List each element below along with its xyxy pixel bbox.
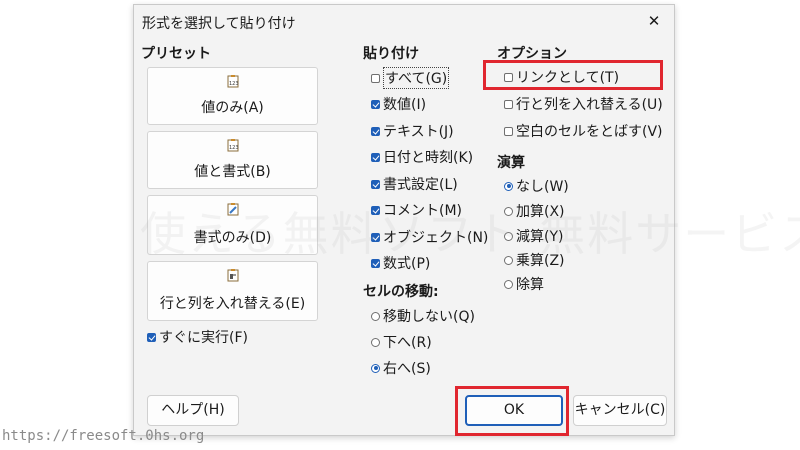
link-option-highlight — [483, 60, 663, 90]
preset-values-only-label: 値のみ(A) — [201, 100, 264, 116]
operation-none-radio[interactable]: なし(W) — [504, 176, 569, 196]
preset-format-only-button[interactable]: 書式のみ(D) — [147, 195, 318, 255]
paste-numbers-label: 数値(I) — [383, 97, 427, 113]
clipboard-123-icon: 123 — [227, 75, 239, 88]
skip-blanks-checkbox[interactable]: 空白のセルをとばす(V) — [504, 121, 663, 141]
paste-formulas-label: 数式(P) — [383, 256, 431, 272]
preset-format-only-label: 書式のみ(D) — [193, 230, 272, 246]
radio-selected-icon — [371, 363, 380, 373]
preset-values-and-format-label: 値と書式(B) — [194, 164, 271, 180]
paste-datetime-label: 日付と時刻(K) — [383, 150, 474, 166]
cell-move-down-label: 下へ(R) — [383, 335, 432, 351]
cell-move-none-radio[interactable]: 移動しない(Q) — [371, 306, 475, 326]
svg-text:123: 123 — [229, 81, 239, 87]
preset-transpose-label: 行と列を入れ替える(E) — [159, 296, 306, 312]
checkbox-checked-icon — [147, 332, 156, 342]
cell-move-heading: セルの移動: — [363, 284, 439, 300]
paste-all-checkbox[interactable]: すべて(G) — [371, 67, 450, 89]
transpose-label: 行と列を入れ替える(U) — [516, 97, 663, 113]
cell-move-right-radio[interactable]: 右へ(S) — [371, 358, 431, 378]
paste-datetime-checkbox[interactable]: 日付と時刻(K) — [371, 147, 473, 167]
paste-all-label: すべて(G) — [383, 67, 450, 89]
radio-icon — [371, 311, 380, 321]
run-immediately-label: すぐに実行(F) — [159, 330, 248, 346]
paste-numbers-checkbox[interactable]: 数値(I) — [371, 94, 426, 114]
clipboard-123-icon: 123 — [227, 139, 239, 152]
footer-url: https://freesoft.0hs.org — [2, 428, 205, 444]
checkbox-checked-icon — [371, 126, 380, 136]
paste-heading: 貼り付け — [363, 46, 419, 62]
preset-values-and-format-button[interactable]: 123 値と書式(B) — [147, 131, 318, 189]
cell-move-down-radio[interactable]: 下へ(R) — [371, 332, 432, 352]
operation-divide-label: 除算 — [516, 277, 544, 293]
skip-blanks-label: 空白のセルをとばす(V) — [516, 124, 663, 140]
cancel-button[interactable]: キャンセル(C) — [573, 395, 667, 426]
operation-add-label: 加算(X) — [516, 204, 565, 220]
checkbox-checked-icon — [371, 258, 380, 268]
presets-heading: プリセット — [141, 46, 211, 62]
operation-multiply-radio[interactable]: 乗算(Z) — [504, 250, 565, 270]
operation-multiply-label: 乗算(Z) — [516, 253, 565, 269]
svg-text:123: 123 — [229, 145, 239, 151]
checkbox-checked-icon — [371, 205, 380, 215]
paste-text-checkbox[interactable]: テキスト(J) — [371, 121, 454, 141]
operation-add-radio[interactable]: 加算(X) — [504, 201, 565, 221]
dialog-title: 形式を選択して貼り付け — [142, 16, 296, 32]
paste-formulas-checkbox[interactable]: 数式(P) — [371, 253, 430, 273]
radio-icon — [504, 255, 513, 265]
ok-button-highlight — [455, 386, 569, 436]
paste-objects-checkbox[interactable]: オブジェクト(N) — [371, 227, 488, 247]
close-icon[interactable]: ✕ — [644, 11, 664, 31]
paste-formats-label: 書式設定(L) — [383, 177, 458, 193]
paste-comments-checkbox[interactable]: コメント(M) — [371, 200, 462, 220]
checkbox-checked-icon — [371, 232, 380, 242]
preset-values-only-button[interactable]: 123 値のみ(A) — [147, 67, 318, 125]
checkbox-checked-icon — [371, 99, 380, 109]
run-immediately-checkbox[interactable]: すぐに実行(F) — [147, 327, 248, 347]
checkbox-icon — [371, 73, 380, 83]
paste-formats-checkbox[interactable]: 書式設定(L) — [371, 174, 458, 194]
operation-subtract-radio[interactable]: 減算(Y) — [504, 226, 563, 246]
operation-heading: 演算 — [497, 155, 525, 171]
radio-icon — [371, 337, 380, 347]
operation-none-label: なし(W) — [516, 179, 569, 195]
paste-text-label: テキスト(J) — [383, 124, 454, 140]
checkbox-icon — [504, 126, 513, 136]
operation-divide-radio[interactable]: 除算 — [504, 274, 544, 294]
cell-move-none-label: 移動しない(Q) — [383, 309, 475, 325]
radio-icon — [504, 279, 513, 289]
title-bar: 形式を選択して貼り付け ✕ — [134, 5, 674, 39]
transpose-checkbox[interactable]: 行と列を入れ替える(U) — [504, 94, 663, 114]
clipboard-brush-icon — [227, 203, 238, 216]
radio-selected-icon — [504, 181, 513, 191]
preset-transpose-button[interactable]: 行と列を入れ替える(E) — [147, 261, 318, 321]
paste-comments-label: コメント(M) — [383, 203, 463, 219]
radio-icon — [504, 231, 513, 241]
checkbox-checked-icon — [371, 179, 380, 189]
checkbox-checked-icon — [371, 152, 380, 162]
clipboard-transpose-icon — [227, 269, 238, 282]
help-button[interactable]: ヘルプ(H) — [147, 395, 239, 426]
checkbox-icon — [504, 99, 513, 109]
paste-objects-label: オブジェクト(N) — [383, 230, 489, 246]
operation-subtract-label: 減算(Y) — [516, 229, 564, 245]
cell-move-right-label: 右へ(S) — [383, 361, 431, 377]
radio-icon — [504, 206, 513, 216]
